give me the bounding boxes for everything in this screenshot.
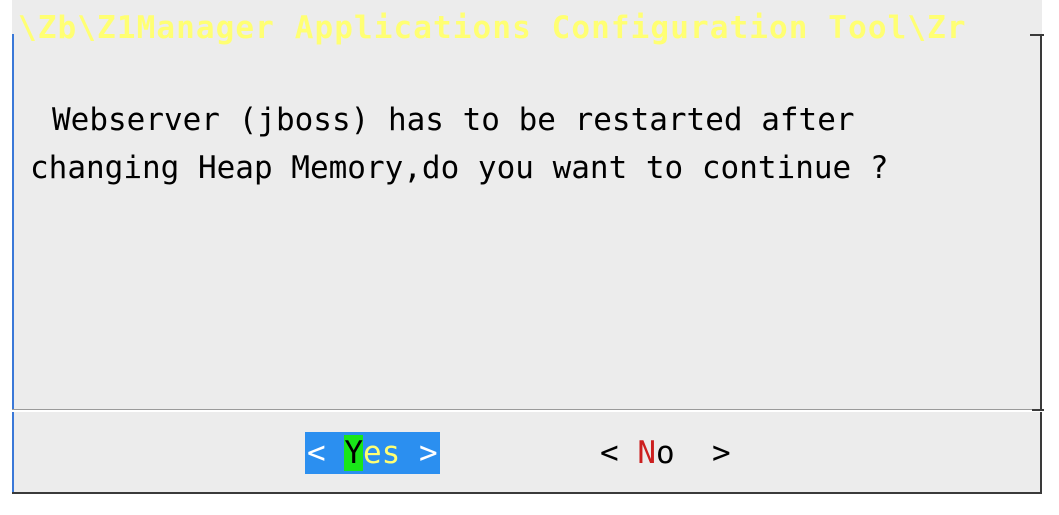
- dialog-message: Webserver (jboss) has to be restarted af…: [30, 96, 1042, 192]
- dialog-box: \Zb\Z1Manager Applications Configuration…: [12, 0, 1044, 494]
- yes-button-open: <: [307, 435, 345, 471]
- dialog-border-left: [12, 34, 14, 494]
- separator-corner: [1032, 409, 1044, 411]
- message-line-1: Webserver (jboss) has to be restarted af…: [52, 102, 855, 138]
- no-button-open: <: [600, 435, 638, 471]
- dialog-border-bottom: [12, 492, 1042, 494]
- no-button[interactable]: < No >: [600, 432, 731, 474]
- dialog-border-corner: [1030, 34, 1044, 36]
- yes-button-hotkey: Y: [344, 435, 363, 471]
- yes-button[interactable]: < Yes >: [305, 432, 440, 474]
- no-button-label-rest: o: [656, 435, 675, 471]
- no-button-close: >: [674, 435, 731, 471]
- no-button-hotkey: N: [637, 435, 656, 471]
- yes-button-label-rest: es: [363, 435, 401, 471]
- button-area-separator: [12, 409, 1042, 412]
- dialog-title: \Zb\Z1Manager Applications Configuration…: [18, 10, 967, 46]
- message-line-2: changing Heap Memory,do you want to cont…: [30, 150, 889, 186]
- yes-button-close: >: [400, 435, 438, 471]
